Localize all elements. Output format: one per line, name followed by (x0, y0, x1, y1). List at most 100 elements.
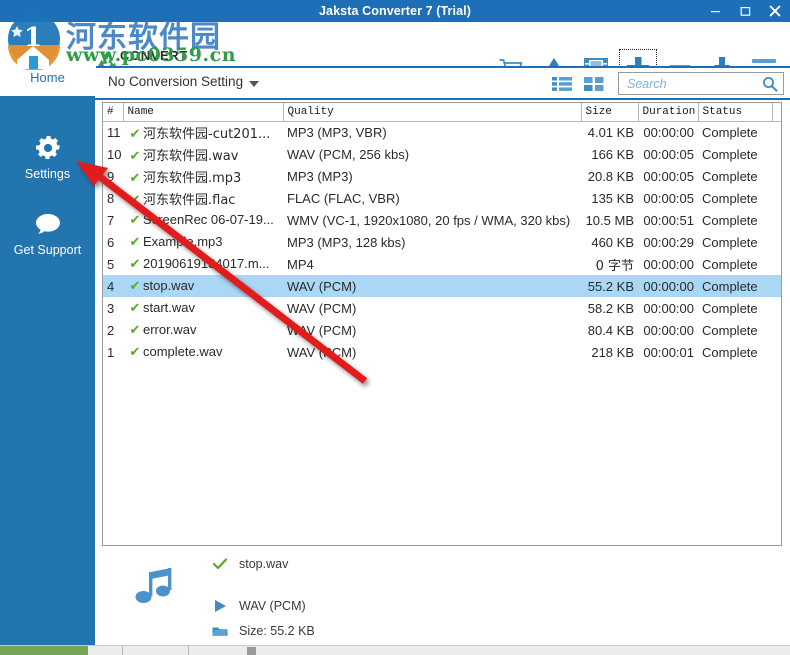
row-spacer (772, 143, 781, 165)
folder-icon[interactable] (212, 625, 228, 638)
row-duration: 00:00:00 (643, 322, 694, 338)
detail-size-row: Size: 55.2 KB (212, 624, 315, 638)
table-row[interactable]: 10 ✔ 河东软件园.wav WAV (PCM, 256 kbs) 166 KB 00:0… (103, 143, 781, 165)
row-size: 55.2 KB (581, 275, 638, 297)
row-name-text: 河东软件园.wav (143, 148, 239, 164)
table-row[interactable]: 11 ✔ 河东软件园-cut201... MP3 (MP3, VBR) 4.01 KB 0… (103, 121, 781, 143)
row-name-text: error.wav (143, 322, 197, 337)
brand-label: CONVERT (120, 48, 188, 63)
table-row[interactable]: 3 ✔ start.wav WAV (PCM) 58.2 KB 00:00:00 Compl… (103, 297, 781, 319)
column-header-duration[interactable]: Duration (638, 103, 699, 122)
row-size: 166 KB (591, 146, 634, 162)
row-index: 5 (107, 256, 115, 272)
detail-panel: stop.wav WAV (PCM) Size: 55.2 KB (95, 548, 790, 645)
progress-indicator (0, 646, 88, 655)
row-duration: 00:00:00 (643, 124, 694, 140)
table-row[interactable]: 1 ✔ complete.wav WAV (PCM) 218 KB 00:00:01 Com… (103, 341, 781, 363)
row-index: 10 (107, 146, 122, 162)
conversion-setting-label[interactable]: No Conversion Setting (108, 74, 243, 89)
detail-size: Size: 55.2 KB (239, 624, 315, 638)
chevron-down-icon[interactable] (249, 81, 259, 87)
minimize-button[interactable] (700, 0, 730, 22)
music-note-icon (133, 566, 177, 615)
row-quality: WAV (PCM) (287, 344, 357, 360)
column-header-spacer (772, 103, 781, 122)
view-toggles (550, 73, 606, 95)
strip-tick (122, 646, 123, 655)
row-name-text: start.wav (143, 300, 196, 315)
conversion-setting-bar: No Conversion Setting (95, 68, 790, 100)
row-name-text: 河东软件园.flac (143, 192, 236, 208)
table-row[interactable]: 5 ✔ 20190619134017.m... MP4 0 字节 00:00:00 Comp… (103, 253, 781, 275)
header-band: CONVERT (0, 22, 790, 87)
row-spacer (772, 165, 781, 187)
row-duration: 00:00:51 (643, 212, 694, 228)
list-view-icon (552, 77, 572, 91)
row-status: Complete (702, 168, 758, 184)
column-header-status[interactable]: Status (698, 103, 773, 122)
row-status: Complete (702, 146, 758, 162)
maximize-button[interactable] (730, 0, 760, 22)
table-row[interactable]: 7 ✔ ScreenRec 06-07-19... WMV (VC-1, 1920x1… (103, 209, 781, 231)
play-icon[interactable] (212, 599, 228, 613)
row-name-text: 河东软件园-cut201... (143, 126, 271, 142)
row-name: ✔ 河东软件园.flac (123, 187, 283, 209)
grid-view-button[interactable] (582, 73, 606, 95)
row-spacer (772, 275, 781, 297)
column-header-name[interactable]: Name (123, 103, 284, 122)
row-status: Complete (702, 300, 758, 316)
sidebar-panel: Settings Get Support (0, 96, 95, 645)
row-name: ✔ 河东软件园.wav (123, 143, 283, 165)
row-spacer (772, 319, 781, 341)
row-quality: MP3 (MP3, VBR) (287, 124, 387, 140)
row-spacer (772, 341, 781, 363)
table-row[interactable]: 2 ✔ error.wav WAV (PCM) 80.4 KB 00:00:00 Compl… (103, 319, 781, 341)
search-box[interactable] (618, 72, 784, 95)
table-row[interactable]: 4 ✔ stop.wav WAV (PCM) 55.2 KB 00:00:00 Comple… (103, 275, 781, 297)
search-icon[interactable] (762, 76, 778, 97)
scrollbar-grip[interactable] (247, 647, 256, 655)
check-icon: ✔ (129, 191, 141, 207)
check-icon: ✔ (129, 300, 141, 315)
row-size: 0 字节 (595, 258, 634, 274)
search-input[interactable] (625, 73, 755, 94)
sidebar-item-home[interactable]: Home (0, 58, 95, 96)
file-list[interactable]: # Name Quality Size Duration Status 11 ✔ 河… (102, 102, 782, 546)
table-row[interactable]: 9 ✔ 河东软件园.mp3 MP3 (MP3) 20.8 KB 00:00:05 Compl… (103, 165, 781, 187)
column-header-quality[interactable]: Quality (283, 103, 582, 122)
window-title: Jaksta Converter 7 (Trial) (319, 4, 471, 18)
sidebar-item-settings[interactable]: Settings (0, 132, 95, 181)
column-header-size[interactable]: Size (581, 103, 639, 122)
gear-icon (33, 132, 63, 164)
row-size: 20.8 KB (587, 168, 634, 184)
maximize-icon (740, 6, 750, 16)
row-status: Complete (702, 212, 758, 228)
row-status: Complete (702, 124, 758, 140)
sidebar-item-get-support[interactable]: Get Support (0, 208, 95, 257)
table-row[interactable]: 6 ✔ Example.mp3 MP3 (MP3, 128 kbs) 460 KB 00:… (103, 231, 781, 253)
row-quality: FLAC (FLAC, VBR) (287, 190, 400, 206)
row-status: Complete (702, 190, 758, 206)
row-quality: WAV (PCM) (287, 322, 357, 338)
row-name: ✔ Example.mp3 (123, 231, 283, 253)
close-button[interactable] (760, 0, 790, 22)
row-name-text: Example.mp3 (143, 234, 223, 249)
row-status: Complete (698, 275, 772, 297)
check-icon: ✔ (129, 278, 141, 293)
row-quality: MP4 (287, 256, 314, 272)
row-index: 4 (103, 275, 123, 297)
list-view-button[interactable] (550, 73, 574, 95)
column-header-index[interactable]: # (103, 103, 124, 122)
row-size: 135 KB (591, 190, 634, 206)
row-status: Complete (702, 234, 758, 250)
table-row[interactable]: 8 ✔ 河东软件园.flac FLAC (FLAC, VBR) 135 KB 00:00:… (103, 187, 781, 209)
row-quality: WAV (PCM) (283, 275, 581, 297)
row-quality: WAV (PCM) (287, 300, 357, 316)
sidebar-item-home-label: Home (30, 69, 65, 85)
row-index: 3 (107, 300, 115, 316)
row-duration: 00:00:29 (643, 234, 694, 250)
grid-view-icon (584, 77, 604, 91)
minimize-icon (710, 10, 720, 12)
app-window: Jaksta Converter 7 (Trial) CONVERT Home … (0, 0, 790, 655)
check-icon: ✔ (129, 322, 141, 337)
